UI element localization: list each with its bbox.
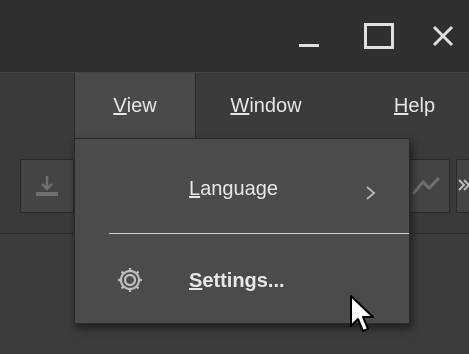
mouse-pointer-icon [350, 295, 374, 332]
maximize-icon [364, 23, 394, 49]
menu-view-label: iew [126, 94, 157, 117]
settings-label-rest: ettings... [202, 269, 285, 292]
maximize-button[interactable] [356, 14, 402, 58]
more-tools-button[interactable] [456, 159, 469, 213]
menu-item-language[interactable]: Language [75, 149, 409, 229]
title-bar [0, 0, 469, 72]
share-icon [411, 176, 441, 195]
download-button[interactable] [20, 159, 74, 213]
download-icon [36, 176, 58, 196]
menu-window[interactable]: Window [198, 73, 334, 139]
minimize-icon [299, 44, 319, 47]
menu-help[interactable]: Help [360, 73, 469, 139]
menu-help-label: elp [408, 94, 436, 117]
chevron-right-icon [366, 186, 376, 200]
app-window: View Window Help Language Settings... [0, 0, 469, 354]
gear-icon [118, 268, 142, 292]
menu-help-mnemonic: H [393, 94, 409, 117]
menu-view[interactable]: View [74, 73, 196, 139]
language-mnemonic: L [189, 177, 201, 200]
menu-item-language-label: Language [189, 178, 278, 201]
menu-separator [109, 233, 409, 234]
menu-window-mnemonic: W [230, 94, 250, 117]
chevron-double-right-icon [458, 179, 469, 191]
share-button[interactable] [404, 159, 450, 213]
minimize-button[interactable] [286, 14, 332, 58]
settings-mnemonic: S [189, 269, 203, 292]
close-icon [432, 25, 454, 47]
menu-window-label: indow [249, 94, 302, 117]
language-label-rest: anguage [200, 177, 278, 200]
close-button[interactable] [420, 14, 466, 58]
menu-view-mnemonic: V [113, 94, 127, 117]
menu-bar: View Window Help [0, 72, 469, 140]
menu-item-settings-label: Settings... [189, 270, 285, 293]
